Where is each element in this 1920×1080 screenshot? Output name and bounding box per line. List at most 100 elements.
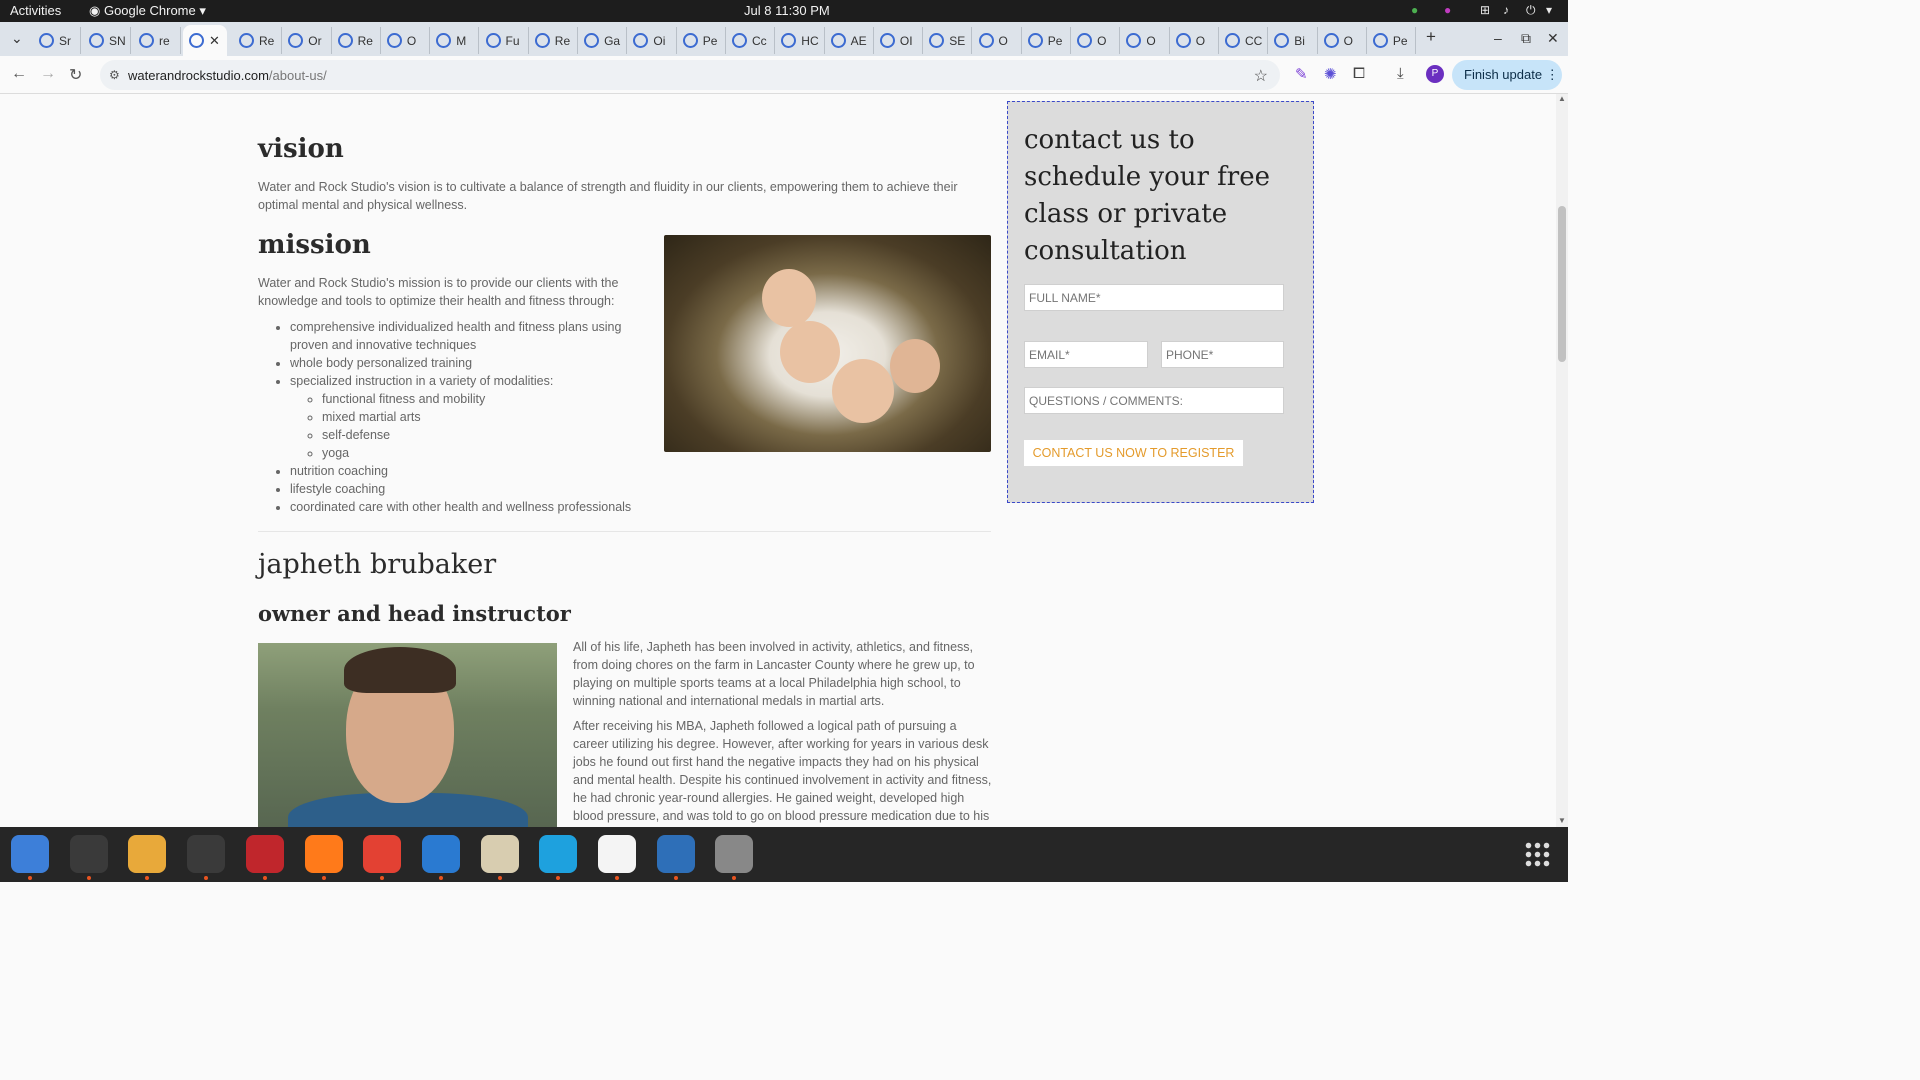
site-info-icon[interactable]: ⚙	[109, 68, 120, 82]
browser-tab[interactable]: O	[1318, 27, 1367, 54]
scroll-down-icon[interactable]: ▼	[1558, 816, 1566, 825]
browser-tab[interactable]: O	[381, 27, 431, 54]
running-indicator	[497, 876, 502, 880]
sparkle-extension-icon[interactable]: ✺	[1324, 65, 1337, 83]
browser-tab[interactable]: Bi	[1268, 27, 1318, 54]
comments-field[interactable]	[1024, 387, 1284, 414]
browser-tab[interactable]: SN	[83, 27, 131, 54]
browser-tab[interactable]: Ga	[578, 27, 628, 54]
document-viewer-icon[interactable]	[656, 835, 695, 873]
back-icon[interactable]: ←	[11, 65, 27, 83]
phone-field[interactable]	[1161, 341, 1284, 368]
mission-text: Water and Rock Studio's mission is to pr…	[258, 276, 619, 308]
app-menu-button[interactable]: ◉ Google Chrome ▾	[89, 3, 206, 19]
browser-tab[interactable]: M	[430, 27, 480, 54]
browser-tab[interactable]: Pe	[1022, 27, 1072, 54]
bookmark-star-icon[interactable]: ☆	[1254, 66, 1268, 86]
firefox-icon[interactable]	[304, 835, 343, 873]
browser-tab[interactable]: Or	[282, 27, 332, 54]
tab-favicon-icon	[1225, 33, 1240, 48]
url-text[interactable]: waterandrockstudio.com/about-us/	[128, 68, 327, 83]
clock[interactable]: Jul 8 11:30 PM	[744, 3, 830, 18]
tab-favicon-icon	[139, 33, 154, 48]
tab-close-icon[interactable]: ✕	[209, 33, 220, 49]
browser-tab[interactable]: Oi	[627, 27, 677, 54]
browser-tab[interactable]: O	[1120, 27, 1170, 54]
instructor-portrait	[258, 643, 557, 827]
system-menu-chevron-icon[interactable]: ▾	[1546, 3, 1552, 17]
tab-label: M	[456, 33, 467, 48]
text-editor-icon[interactable]	[598, 835, 636, 873]
tab-favicon-icon	[1372, 33, 1388, 48]
extensions-puzzle-icon[interactable]: ⧠	[1353, 65, 1365, 82]
browser-tab[interactable]: ✕	[183, 25, 227, 56]
browser-tab[interactable]: Pe	[1367, 27, 1417, 54]
browser-tab[interactable]: Re	[233, 27, 283, 54]
maximize-icon[interactable]: ⧉	[1521, 30, 1531, 47]
modalities-list: functional fitness and mobility mixed ma…	[322, 390, 650, 462]
browser-tab[interactable]: HC	[775, 27, 825, 54]
register-button[interactable]: CONTACT US NOW TO REGISTER	[1024, 440, 1243, 466]
filezilla-icon[interactable]	[245, 835, 284, 873]
browser-tab[interactable]: Fu	[480, 27, 529, 54]
network-icon[interactable]: ⊞	[1480, 3, 1490, 17]
show-apps-icon[interactable]	[1524, 841, 1552, 869]
browser-tab[interactable]: Pe	[677, 27, 726, 54]
browser-tab[interactable]: O	[973, 27, 1022, 54]
chrome-icon[interactable]	[363, 835, 402, 873]
tab-label: O	[1343, 33, 1353, 48]
list-item: coordinated care with other health and w…	[290, 498, 650, 516]
app-indicator-icon[interactable]: ●	[1444, 3, 1451, 17]
volume-icon[interactable]: ♪	[1503, 3, 1509, 17]
browser-tab[interactable]: re	[133, 27, 181, 54]
status-check-icon[interactable]: ●	[1411, 3, 1418, 17]
reload-icon[interactable]: ↻	[69, 65, 82, 85]
browser-tab[interactable]: SE	[923, 27, 973, 54]
system-monitor-icon[interactable]	[187, 835, 226, 873]
browser-tab[interactable]: Cc	[726, 27, 776, 54]
running-indicator	[321, 876, 326, 880]
forward-icon[interactable]: →	[40, 65, 56, 83]
tab-label: re	[159, 33, 170, 48]
power-icon[interactable]: ⏻	[1526, 3, 1536, 18]
browser-tab[interactable]: Re	[529, 27, 579, 54]
tab-strip: ⌄ Sr SN re ✕ Re Or Re O M Fu Re Ga Oi Pe Cc HC AE OI SE O Pe…	[0, 22, 1568, 56]
thunderbird-icon[interactable]	[11, 835, 49, 873]
tab-label: Pe	[1047, 33, 1063, 48]
browser-tab[interactable]: AE	[825, 27, 874, 54]
skype-icon[interactable]	[539, 835, 578, 873]
scroll-up-icon[interactable]: ▲	[1558, 94, 1566, 103]
pen-extension-icon[interactable]: ✎	[1295, 65, 1308, 83]
download-icon[interactable]: ⤓	[1397, 65, 1404, 82]
tab-favicon-icon	[781, 33, 797, 48]
email-field[interactable]	[1024, 341, 1148, 368]
running-indicator	[615, 876, 619, 880]
address-bar[interactable]: ⚙ waterandrockstudio.com/about-us/ ☆	[100, 60, 1280, 90]
calculator-icon[interactable]	[128, 835, 167, 873]
vscode-icon[interactable]	[421, 835, 460, 873]
disk-icon[interactable]	[715, 835, 754, 873]
photo-face	[762, 269, 816, 327]
finish-update-button[interactable]: Finish update ⋮	[1452, 60, 1562, 90]
scrollbar-thumb[interactable]	[1558, 206, 1566, 362]
tab-favicon-icon	[1274, 33, 1290, 48]
page-scrollbar[interactable]: ▲ ▼	[1556, 94, 1568, 827]
files-icon[interactable]	[480, 835, 519, 873]
tab-label: O	[1195, 33, 1206, 48]
activities-button[interactable]: Activities	[10, 3, 61, 18]
full-name-field[interactable]	[1024, 284, 1284, 311]
browser-tab[interactable]: O	[1170, 27, 1219, 54]
close-window-icon[interactable]: ✕	[1547, 30, 1559, 47]
tab-search-icon[interactable]: ⌄	[11, 30, 23, 47]
running-indicator	[556, 876, 561, 880]
minimize-icon[interactable]: –	[1494, 30, 1502, 46]
browser-tab[interactable]: CC	[1219, 27, 1269, 54]
list-item: self-defense	[322, 426, 650, 444]
browser-tab[interactable]: OI	[874, 27, 924, 54]
browser-tab[interactable]: O	[1071, 27, 1121, 54]
terminal-icon[interactable]	[69, 835, 108, 873]
new-tab-icon[interactable]: +	[1426, 27, 1436, 47]
browser-tab[interactable]: Re	[332, 27, 381, 54]
profile-avatar[interactable]: P	[1426, 65, 1444, 83]
browser-tab[interactable]: Sr	[33, 27, 81, 54]
